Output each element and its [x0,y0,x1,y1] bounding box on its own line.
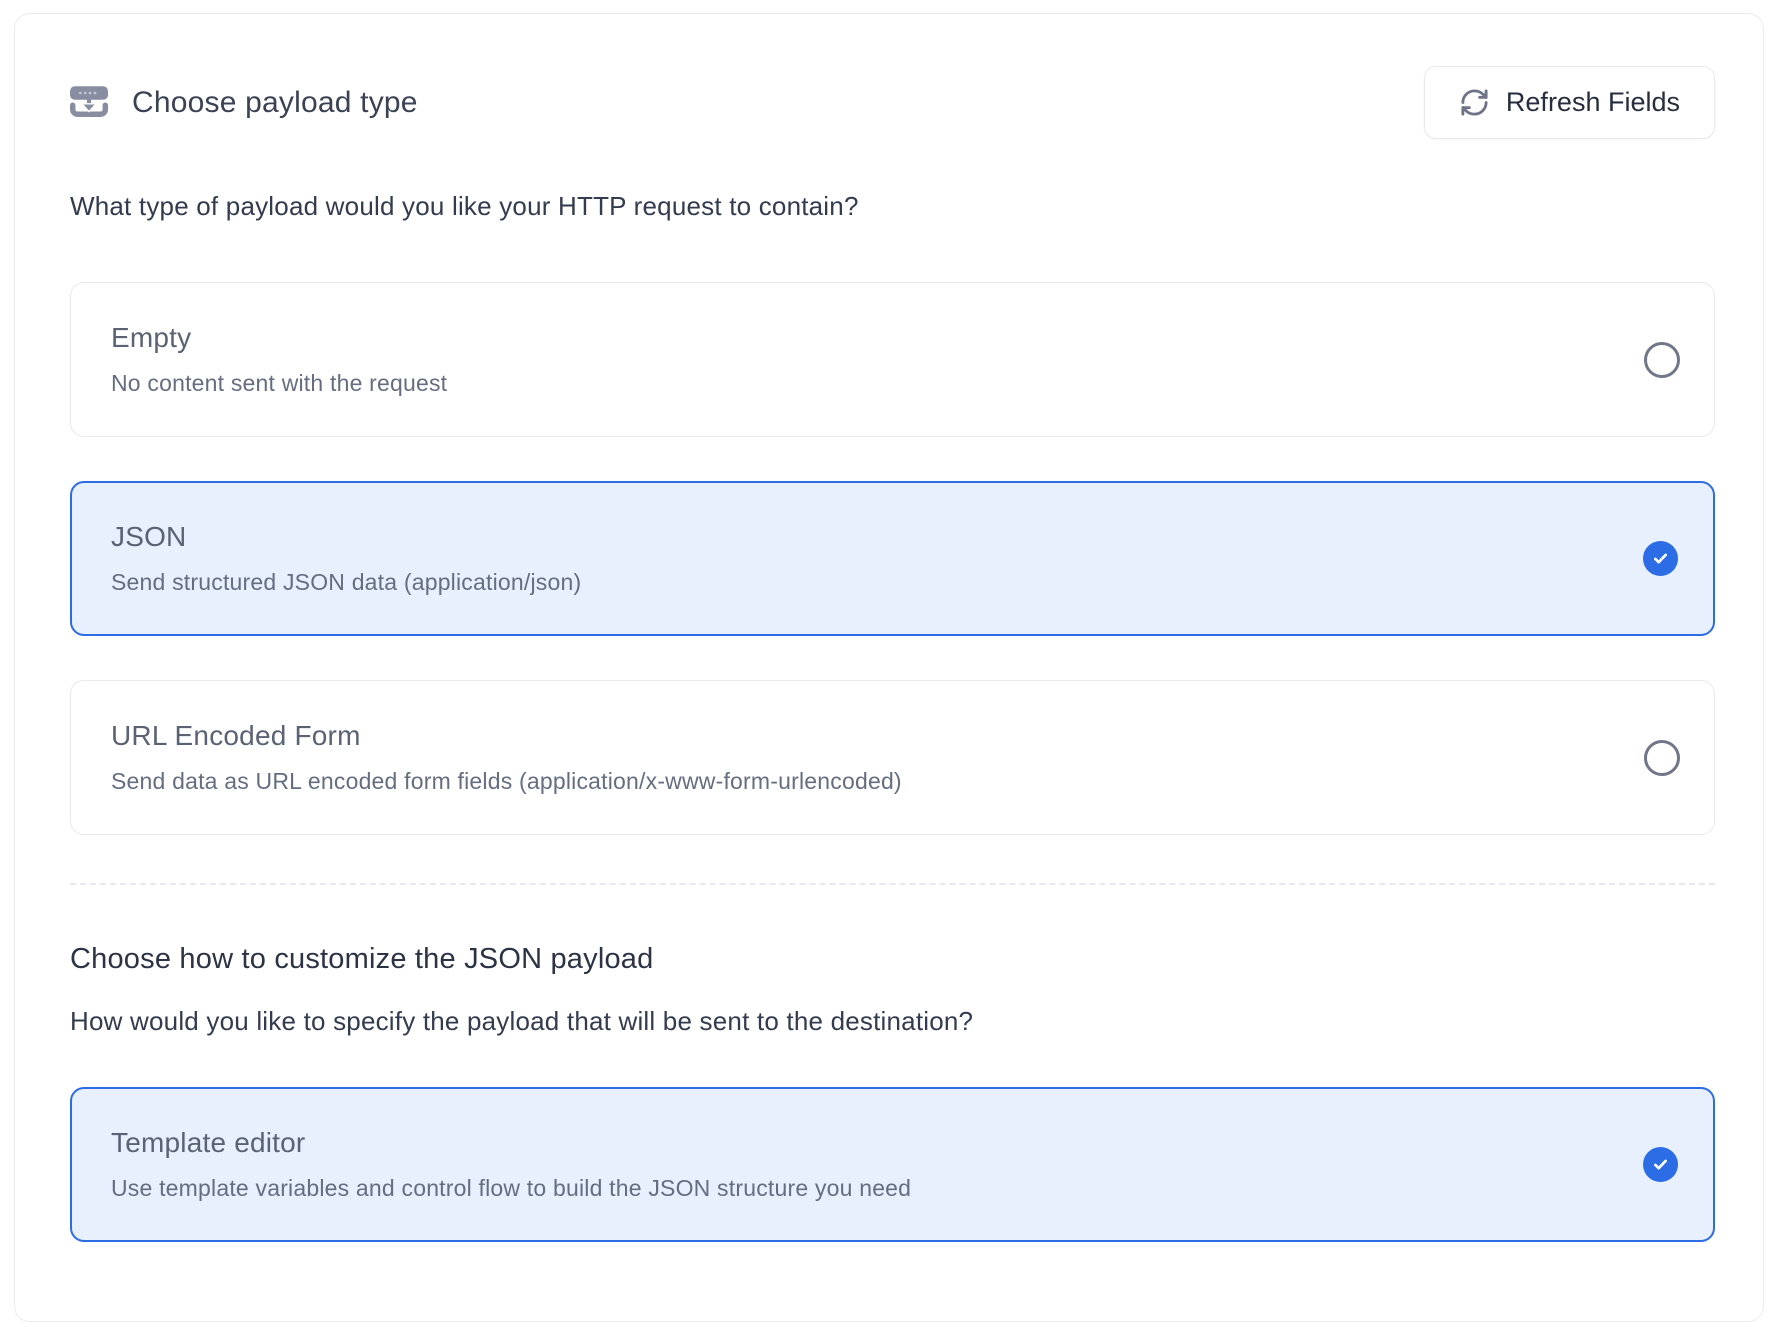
page-title: Choose payload type [132,86,418,120]
payload-type-question: What type of payload would you like your… [70,191,1715,222]
option-title: Template editor [111,1126,1604,1160]
option-title: Empty [111,321,1604,355]
option-description: Send data as URL encoded form fields (ap… [111,766,1604,796]
option-card-empty[interactable]: Empty No content sent with the request [70,282,1715,437]
radio-circle-icon [1644,740,1680,776]
check-circle-icon [1643,1147,1679,1183]
option-description: Send structured JSON data (application/j… [111,567,1604,597]
payload-type-options: Empty No content sent with the request J… [70,282,1715,835]
option-description: No content sent with the request [111,368,1604,398]
option-card-json[interactable]: JSON Send structured JSON data (applicat… [70,481,1715,636]
customize-section-heading: Choose how to customize the JSON payload [70,943,1715,976]
refresh-fields-button[interactable]: Refresh Fields [1424,66,1715,139]
panel-header: Choose payload type Refresh Fields [70,66,1715,139]
option-title: JSON [111,520,1604,554]
option-title: URL Encoded Form [111,719,1604,753]
refresh-fields-label: Refresh Fields [1506,87,1680,118]
customize-options: Template editor Use template variables a… [70,1087,1715,1242]
refresh-icon [1459,87,1490,118]
panel-header-left: Choose payload type [70,86,418,120]
payload-tray-icon [70,86,108,119]
section-divider [70,883,1715,885]
customize-section-question: How would you like to specify the payloa… [70,1006,1715,1037]
option-card-template-editor[interactable]: Template editor Use template variables a… [70,1087,1715,1242]
check-circle-icon [1643,541,1679,577]
option-card-url-encoded-form[interactable]: URL Encoded Form Send data as URL encode… [70,680,1715,835]
payload-config-panel: Choose payload type Refresh Fields What … [14,13,1764,1322]
option-description: Use template variables and control flow … [111,1173,1604,1203]
radio-circle-icon [1644,342,1680,378]
